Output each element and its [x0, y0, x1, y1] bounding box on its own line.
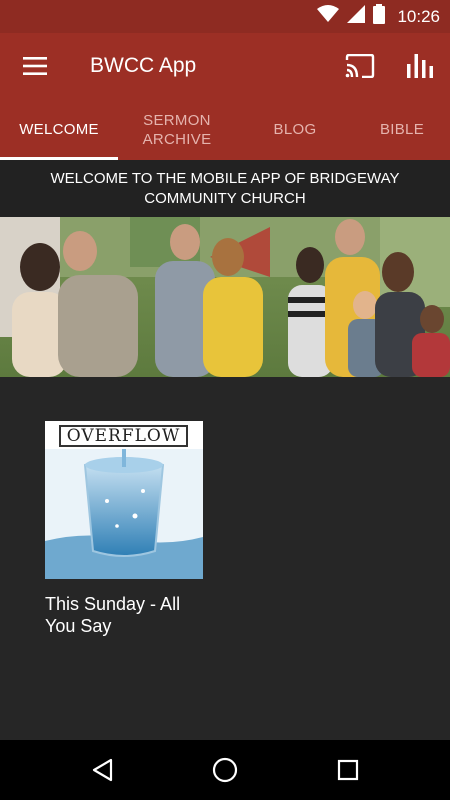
recents-icon: [338, 759, 359, 781]
sermon-thumbnail[interactable]: OVERFLOW: [45, 421, 203, 579]
welcome-banner: WELCOME TO THE MOBILE APP OF BRIDGEWAY C…: [0, 160, 450, 217]
tab-bible[interactable]: BIBLE: [354, 99, 450, 160]
equalizer-button[interactable]: [390, 33, 450, 99]
app-bar: BWCC App: [0, 33, 450, 99]
sermon-caption[interactable]: This Sunday - All You Say: [45, 593, 203, 637]
home-icon: [212, 757, 238, 783]
clock: 10:26: [397, 6, 440, 26]
back-icon: [92, 758, 112, 782]
tab-sermon-archive[interactable]: SERMON ARCHIVE: [118, 99, 236, 160]
wifi-icon: [317, 5, 340, 28]
app-title: BWCC App: [90, 54, 197, 77]
back-button[interactable]: [72, 740, 132, 800]
signal-icon: [347, 5, 366, 28]
home-button[interactable]: [195, 740, 255, 800]
hero-image: [0, 217, 450, 377]
cast-button[interactable]: [330, 33, 390, 99]
cast-icon: [345, 54, 375, 78]
tab-welcome[interactable]: WELCOME: [0, 99, 118, 160]
equalizer-icon: [407, 54, 433, 78]
content-area: OVERFLOW This Sunday - All You Say: [0, 377, 450, 740]
battery-icon: [373, 4, 386, 29]
tab-bar: WELCOME SERMON ARCHIVE BLOG BIBLE: [0, 99, 450, 160]
hamburger-icon: [23, 57, 47, 75]
status-bar: 10:26: [0, 0, 450, 33]
tab-blog[interactable]: BLOG: [236, 99, 354, 160]
navigation-bar: [0, 740, 450, 800]
sermon-card[interactable]: OVERFLOW This Sunday - All You Say: [45, 421, 203, 637]
menu-button[interactable]: [0, 33, 70, 99]
recents-button[interactable]: [318, 740, 378, 800]
